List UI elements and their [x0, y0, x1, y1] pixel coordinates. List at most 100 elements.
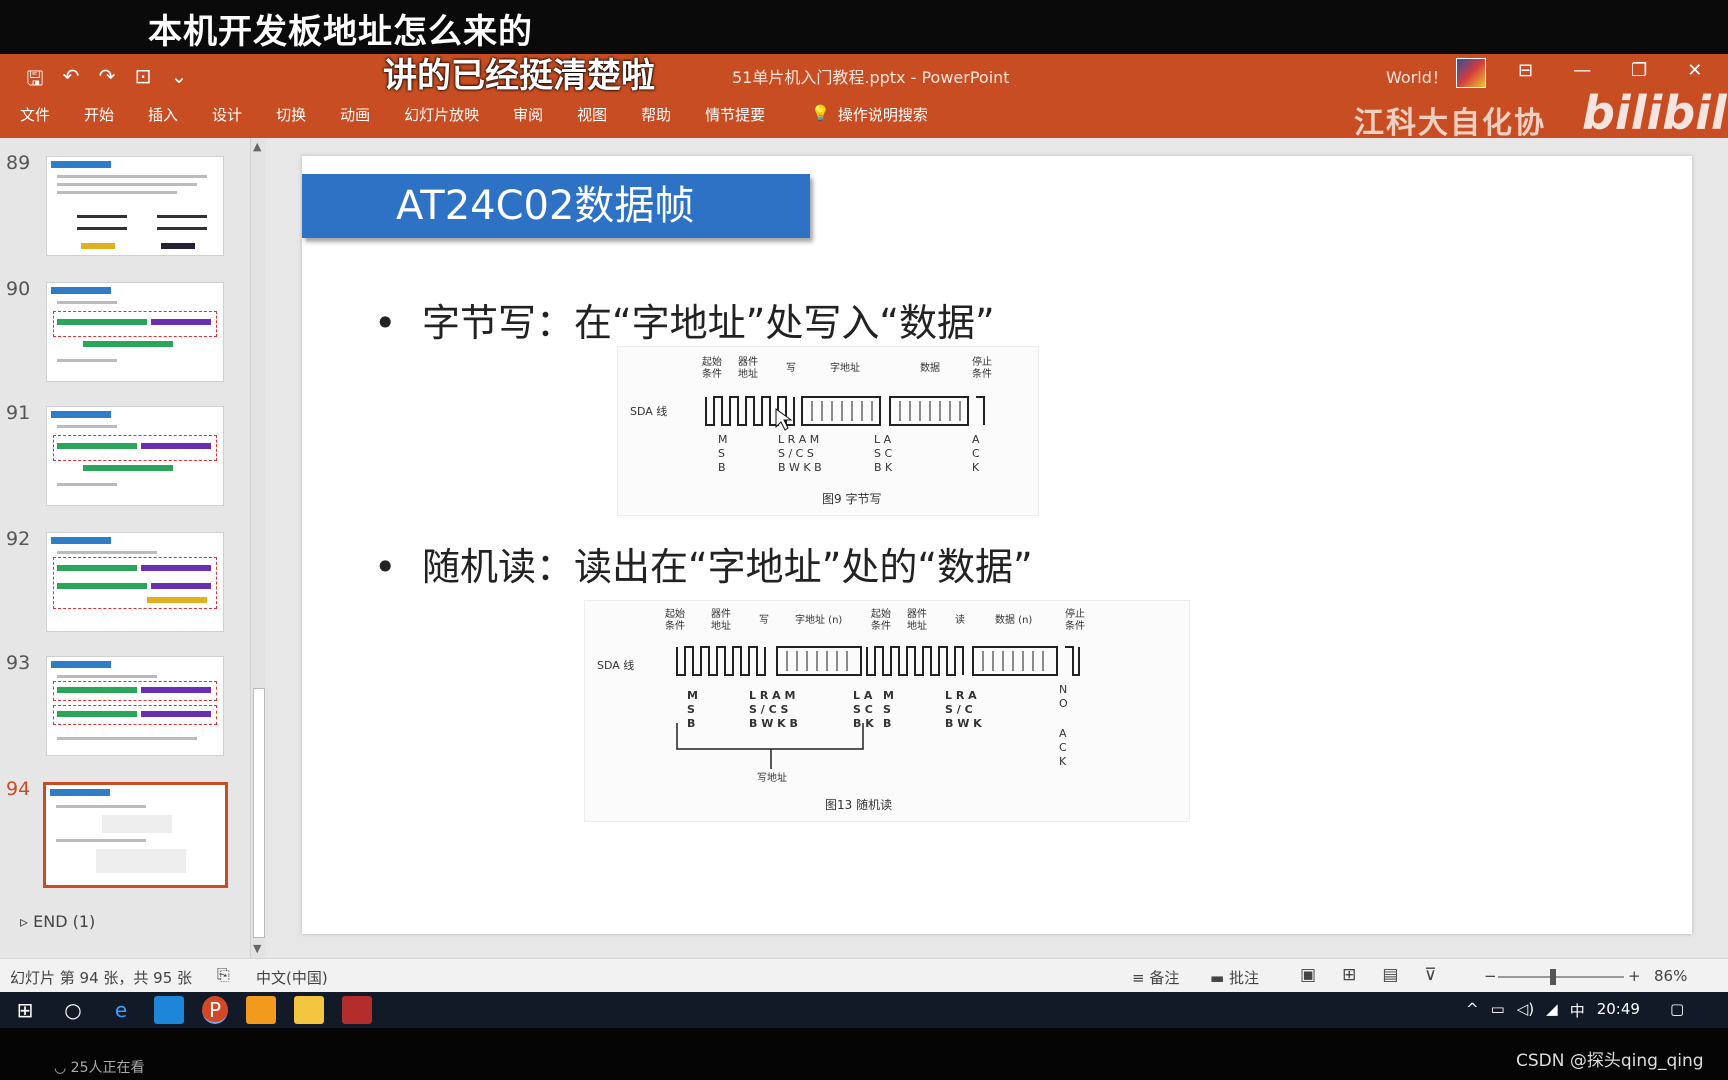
lightbulb-icon[interactable]: 💡 — [811, 104, 830, 125]
subtitle-band: 本机开发板地址怎么来的 — [0, 0, 1728, 54]
restore-icon[interactable]: ❐ — [1631, 60, 1647, 81]
slide-thumbnail[interactable] — [46, 406, 224, 506]
tab-home[interactable]: 开始 — [84, 104, 114, 125]
save-icon[interactable]: 🖫 — [22, 64, 48, 98]
thumbnail-row[interactable]: 92 — [0, 528, 260, 638]
svg-text:字地址 (n): 字地址 (n) — [795, 613, 842, 626]
tab-view[interactable]: 视图 — [577, 104, 607, 125]
video-bottom-band — [0, 1028, 1728, 1080]
watermark-text: 江科大自化协 — [1354, 106, 1546, 141]
window-controls: ⊟ — ❐ ✕ — [1518, 60, 1702, 81]
bullet-byte-write: • 字节写：在“字地址”处写入“数据” — [374, 292, 995, 347]
tab-animations[interactable]: 动画 — [340, 104, 370, 125]
svg-text:A: A — [972, 433, 980, 446]
svg-text:S C: S C — [874, 447, 892, 460]
scroll-down-icon[interactable]: ▼ — [253, 942, 261, 955]
tab-transitions[interactable]: 切换 — [276, 104, 306, 125]
user-name[interactable]: World！ — [1386, 64, 1448, 88]
normal-view-icon[interactable]: ▣ — [1300, 965, 1316, 985]
tab-review[interactable]: 审阅 — [513, 104, 543, 125]
taskbar-apps: ⊞ ○ e P — [10, 996, 372, 1024]
comments-button[interactable]: ▬ 批注 — [1210, 967, 1259, 988]
undo-icon[interactable]: ↶ — [58, 64, 84, 98]
redo-icon[interactable]: ↷ — [94, 64, 120, 98]
svg-text:C: C — [1059, 741, 1067, 754]
app-icon[interactable] — [342, 996, 372, 1024]
svg-text:L R A M: L R A M — [749, 689, 795, 702]
slide-thumbnail-active[interactable] — [43, 782, 228, 888]
thumbnail-row-active[interactable]: 94 — [0, 778, 260, 888]
app-icon[interactable] — [154, 996, 184, 1024]
quick-access-toolbar: 🖫 ↶ ↷ ⊡ ⌄ — [22, 64, 192, 98]
reading-view-icon[interactable]: ▤ — [1382, 965, 1398, 985]
svg-text:器件: 器件 — [711, 608, 731, 620]
cortana-icon[interactable]: ○ — [58, 996, 88, 1024]
slide-scrollbar[interactable] — [1712, 138, 1728, 958]
zoom-level[interactable]: 86% — [1654, 967, 1687, 985]
zoom-slider[interactable] — [1498, 976, 1624, 978]
zoom-in-icon[interactable]: + — [1628, 967, 1641, 985]
svg-text:条件: 条件 — [871, 619, 891, 632]
svg-text:图9 字节写: 图9 字节写 — [822, 491, 881, 506]
thumbnail-row[interactable]: 90 — [0, 278, 260, 388]
scrollbar-thumb[interactable] — [253, 688, 265, 938]
volume-icon[interactable]: ◁) — [1517, 1000, 1534, 1021]
file-explorer-icon[interactable] — [294, 996, 324, 1024]
thumbnail-row[interactable]: 91 — [0, 402, 260, 512]
powerpoint-icon[interactable]: P — [202, 996, 228, 1024]
svg-text:B: B — [718, 461, 726, 474]
bilibili-logo: bilibili — [1582, 86, 1728, 140]
slide-canvas[interactable]: AT24C02数据帧 • 字节写：在“字地址”处写入“数据” 起始 条件 器件 地址 … — [302, 156, 1692, 934]
notification-icon[interactable]: ▢ — [1670, 1000, 1684, 1021]
battery-icon[interactable]: ▭ — [1491, 1000, 1505, 1021]
slide-thumbnail[interactable] — [46, 156, 224, 256]
edge-browser-icon[interactable]: e — [106, 996, 136, 1024]
svg-text:B K: B K — [874, 461, 893, 474]
section-end[interactable]: ▹ END (1) — [20, 912, 95, 931]
slide-thumbnail[interactable] — [46, 282, 224, 382]
tab-storyboard[interactable]: 情节提要 — [705, 104, 765, 125]
tell-me-search[interactable]: 操作说明搜索 — [838, 104, 928, 125]
user-avatar[interactable] — [1456, 58, 1486, 88]
language-indicator[interactable]: 中文(中国) — [256, 967, 328, 988]
notes-button[interactable]: ≡ 备注 — [1132, 967, 1179, 988]
customize-icon[interactable]: ⌄ — [166, 64, 192, 98]
slide-sorter-icon[interactable]: ⊞ — [1342, 965, 1356, 985]
slideshow-view-icon[interactable]: ⊽ — [1424, 965, 1436, 985]
svg-text:S: S — [718, 447, 725, 460]
slide-thumbnail[interactable] — [46, 656, 224, 756]
thumbnail-scrollbar[interactable]: ▲ ▼ — [250, 138, 266, 958]
windows-start-icon[interactable]: ⊞ — [10, 996, 40, 1024]
svg-text:地址: 地址 — [711, 619, 731, 632]
thumbnail-row[interactable]: 89 — [0, 152, 260, 262]
app-icon[interactable] — [246, 996, 276, 1024]
tray-expand-icon[interactable]: ^ — [1466, 1000, 1479, 1021]
minimize-icon[interactable]: — — [1573, 60, 1591, 81]
svg-text:S: S — [883, 703, 891, 716]
svg-text:C: C — [972, 447, 980, 460]
svg-text:停止: 停止 — [972, 355, 992, 368]
ime-indicator[interactable]: 中 — [1570, 1000, 1585, 1021]
tab-insert[interactable]: 插入 — [148, 104, 178, 125]
ribbon-display-icon[interactable]: ⊟ — [1518, 60, 1533, 81]
tab-slideshow[interactable]: 幻灯片放映 — [404, 104, 479, 125]
spellcheck-icon[interactable]: ⎘ — [217, 965, 230, 985]
tab-help[interactable]: 帮助 — [641, 104, 671, 125]
powerpoint-titlebar: 🖫 ↶ ↷ ⊡ ⌄ 51单片机入门教程.pptx - PowerPoint Wo… — [0, 54, 1728, 141]
slide-counter: 幻灯片 第 94 张，共 95 张 — [10, 969, 193, 987]
network-icon[interactable]: ◢ — [1546, 1000, 1558, 1021]
slide-thumbnail[interactable] — [46, 532, 224, 632]
present-icon[interactable]: ⊡ — [130, 64, 156, 98]
tab-design[interactable]: 设计 — [212, 104, 242, 125]
clock[interactable]: 20:49 — [1597, 1000, 1640, 1021]
svg-text:S / C S: S / C S — [778, 447, 814, 460]
svg-text:读: 读 — [955, 613, 965, 626]
thumbnail-row[interactable]: 93 — [0, 652, 260, 762]
zoom-out-icon[interactable]: − — [1484, 967, 1497, 985]
tab-file[interactable]: 文件 — [20, 104, 50, 125]
section-label: END (1) — [33, 912, 96, 931]
zoom-slider-handle[interactable] — [1550, 969, 1556, 985]
scroll-up-icon[interactable]: ▲ — [253, 140, 261, 153]
svg-text:条件: 条件 — [702, 367, 722, 380]
close-icon[interactable]: ✕ — [1687, 60, 1702, 81]
